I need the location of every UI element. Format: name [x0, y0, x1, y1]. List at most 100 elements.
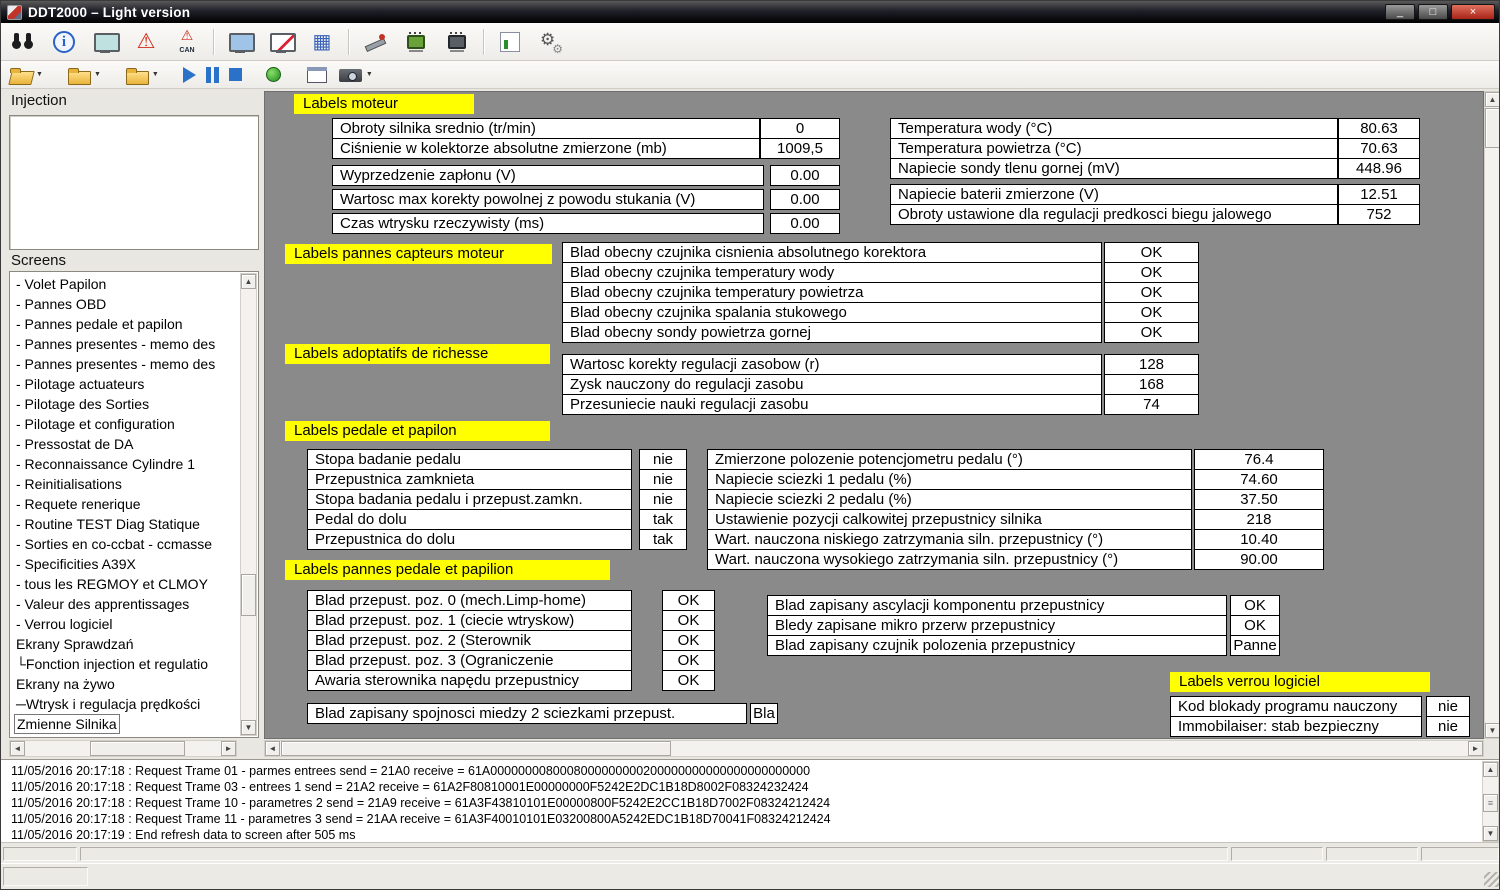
- sidebar-screen-item[interactable]: - Sorties en co-ccbat - ccmasse: [14, 534, 240, 554]
- window-title: DDT2000 – Light version: [28, 5, 190, 20]
- scroll-left-button[interactable]: ◄: [265, 741, 280, 756]
- sidebar-screen-item[interactable]: - Reinitialisations: [14, 474, 240, 494]
- families-panel[interactable]: [9, 115, 259, 250]
- warning-button[interactable]: [128, 25, 164, 58]
- sidebar-screen-item[interactable]: - Pannes presentes - memo des: [14, 334, 240, 354]
- sidebar-screen-item[interactable]: - Volet Papilon: [14, 274, 240, 294]
- record-icon: [266, 67, 281, 82]
- main-vscrollbar[interactable]: ▲ ▼: [1484, 91, 1500, 739]
- grid-button[interactable]: [304, 25, 340, 58]
- field-value: OK: [662, 670, 715, 691]
- sidebar-hscrollbar[interactable]: ◄ ►: [9, 740, 237, 757]
- chart-button[interactable]: [492, 25, 528, 58]
- minimize-button[interactable]: _: [1385, 4, 1415, 20]
- data-row: Stopa badania pedalu i przepust.zamkn. n…: [307, 489, 687, 510]
- arrow-left-icon: ◄: [14, 744, 22, 753]
- sidebar-screen-item[interactable]: - Valeur des apprentissages: [14, 594, 240, 614]
- log-scrollbar[interactable]: ▲ ≡ ▼: [1482, 761, 1499, 842]
- scroll-left-button[interactable]: ◄: [10, 741, 25, 756]
- scroll-right-button[interactable]: ►: [1468, 741, 1483, 756]
- sidebar-scrollbar[interactable]: ▲ ▼: [240, 273, 257, 736]
- main-hscrollbar[interactable]: ◄ ►: [264, 740, 1484, 757]
- dropdown-caret-icon[interactable]: ▼: [36, 71, 43, 79]
- sidebar-screen-item[interactable]: - Verrou logiciel: [14, 614, 240, 634]
- sidebar-screen-item[interactable]: Ekrany Sprawdzań: [14, 634, 240, 654]
- sidebar-screen-item[interactable]: ─Wtrysk i regulacja prędkości: [14, 694, 240, 714]
- sidebar-screen-item[interactable]: - Reconnaissance Cylindre 1: [14, 454, 240, 474]
- sidebar-screen-item[interactable]: - Pressostat de DA: [14, 434, 240, 454]
- dropdown-caret-icon[interactable]: ▼: [94, 71, 101, 79]
- capteurs-table: Blad obecny czujnika cisnienia absolutne…: [562, 242, 1199, 343]
- section-tag-verrou: Labels verrou logiciel: [1170, 672, 1430, 692]
- stop-button[interactable]: [227, 63, 244, 87]
- app-window: DDT2000 – Light version _ □ × CAN ▼ ▼ ▼: [0, 0, 1500, 890]
- sidebar-screen-item[interactable]: - Pannes OBD: [14, 294, 240, 314]
- monitor-icon: [228, 30, 252, 54]
- play-button[interactable]: [181, 63, 198, 87]
- sidebar-screen-item[interactable]: Zmienne Silnika: [14, 714, 120, 734]
- scroll-thumb[interactable]: [241, 574, 256, 616]
- field-label: Pedal do dolu: [307, 509, 632, 530]
- pause-button[interactable]: [204, 63, 221, 87]
- new-file-button[interactable]: ▼: [65, 63, 103, 87]
- sidebar-screen-item[interactable]: - Pannes presentes - memo des: [14, 354, 240, 374]
- resize-grip[interactable]: [1484, 872, 1499, 887]
- search-button[interactable]: [5, 25, 41, 58]
- scroll-up-button[interactable]: ▲: [1485, 92, 1500, 107]
- window-button[interactable]: [303, 63, 331, 87]
- open-file-button[interactable]: ▼: [7, 63, 45, 87]
- sidebar-screen-item[interactable]: - Specificities A39X: [14, 554, 240, 574]
- sidebar-screen-item[interactable]: - Pilotage actuateurs: [14, 374, 240, 394]
- sidebar-screen-item[interactable]: - Pilotage des Sorties: [14, 394, 240, 414]
- maximize-button[interactable]: □: [1418, 4, 1448, 20]
- sidebar-screen-item[interactable]: Ekrany na żywo: [14, 674, 240, 694]
- record-button[interactable]: [264, 63, 283, 87]
- sidebar-screen-item[interactable]: - Pilotage et configuration: [14, 414, 240, 434]
- gears-button[interactable]: [533, 25, 569, 58]
- monitor-button[interactable]: [222, 25, 258, 58]
- sidebar-screen-item[interactable]: - Routine TEST Diag Statique: [14, 514, 240, 534]
- section-tag-richesse: Labels adoptatifs de richesse: [285, 344, 550, 364]
- data-row: Blad obecny czujnika temperatury powietr…: [562, 282, 1199, 303]
- field-value: nie: [639, 469, 687, 490]
- binoculars-icon: [11, 30, 35, 54]
- graph-screen-button[interactable]: [263, 25, 299, 58]
- bottom-bar: [1, 863, 1500, 890]
- dropdown-caret-icon[interactable]: ▼: [152, 71, 159, 79]
- field-value: 74.60: [1194, 469, 1324, 490]
- scroll-down-button[interactable]: ▼: [241, 720, 256, 735]
- diagnostic-screen-button[interactable]: [87, 25, 123, 58]
- sidebar-screen-item[interactable]: - tous les REGMOY et CLMOY: [14, 574, 240, 594]
- sidebar-title: Injection: [9, 91, 259, 111]
- moteur-table-1: Obroty silnika srednio (tr/min) 0 Ciśnie…: [332, 118, 840, 159]
- dropdown-caret-icon[interactable]: ▼: [366, 71, 373, 79]
- data-row: Wartosc max korekty powolnej z powodu st…: [332, 189, 840, 210]
- chip-dark-button[interactable]: [439, 25, 475, 58]
- sidebar-screen-item[interactable]: - Pannes pedale et papilon: [14, 314, 240, 334]
- can-warning-button[interactable]: CAN: [169, 25, 205, 58]
- info-button[interactable]: [46, 25, 82, 58]
- scroll-down-button[interactable]: ▼: [1483, 826, 1498, 841]
- scroll-thumb[interactable]: ≡: [1483, 794, 1498, 812]
- scroll-thumb[interactable]: [281, 741, 671, 756]
- measure-button[interactable]: [357, 25, 393, 58]
- scroll-thumb[interactable]: [90, 741, 185, 756]
- section-tag-pedale: Labels pedale et papilon: [285, 421, 550, 441]
- scroll-up-button[interactable]: ▲: [1483, 762, 1498, 777]
- data-row: Wart. nauczona niskiego zatrzymania siln…: [707, 529, 1324, 550]
- snapshot-button[interactable]: ▼: [337, 63, 375, 87]
- scroll-right-button[interactable]: ►: [221, 741, 236, 756]
- sidebar-screen-item[interactable]: └Fonction injection et regulatio: [14, 654, 240, 674]
- field-value: 0: [760, 118, 840, 139]
- folder-button[interactable]: ▼: [123, 63, 161, 87]
- scroll-up-button[interactable]: ▲: [241, 274, 256, 289]
- close-button[interactable]: ×: [1451, 4, 1495, 20]
- scroll-down-button[interactable]: ▼: [1485, 723, 1500, 738]
- field-label: Obroty silnika srednio (tr/min): [332, 118, 760, 139]
- toolbar-separator: [348, 29, 349, 55]
- chip-green-button[interactable]: [398, 25, 434, 58]
- file-toolbar: ▼ ▼ ▼ ▼: [1, 61, 1499, 89]
- measure-icon: [363, 30, 387, 54]
- scroll-thumb[interactable]: [1485, 108, 1500, 148]
- sidebar-screen-item[interactable]: - Requete renerique: [14, 494, 240, 514]
